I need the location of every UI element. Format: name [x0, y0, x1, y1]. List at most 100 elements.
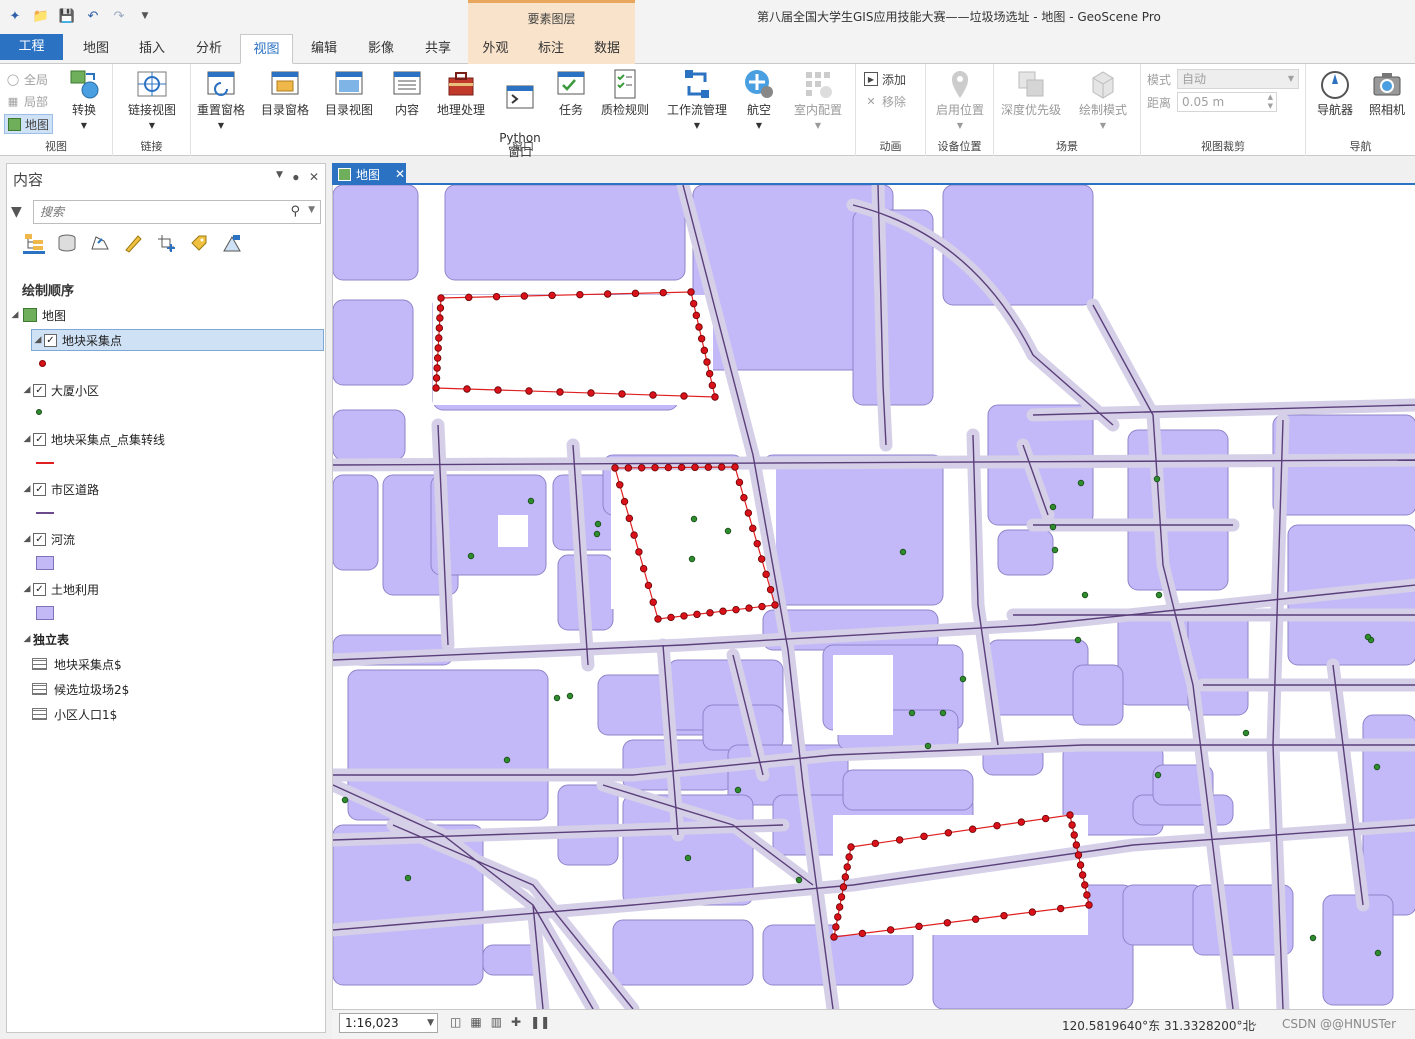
coordinate-format-icon[interactable]: ⌄: [1250, 1018, 1258, 1029]
expand-arrow-icon[interactable]: ◢: [21, 434, 33, 444]
tab-data[interactable]: 数据: [579, 34, 635, 64]
ribbon-group-device: 启用位置 ▼ 设备位置: [926, 64, 994, 156]
tab-project[interactable]: 工程: [0, 34, 63, 60]
list-by-labeling-icon[interactable]: [188, 232, 210, 254]
search-icon[interactable]: ⚲: [290, 204, 300, 219]
layer-row-residential[interactable]: ◢ ✓ 大厦小区: [21, 379, 99, 401]
tab-map[interactable]: 地图: [70, 34, 122, 64]
map-view-tab[interactable]: 地图 ✕: [332, 163, 406, 185]
reset-panes-button[interactable]: 重置窗格 ▼: [195, 68, 247, 133]
list-by-snapping-icon[interactable]: [155, 232, 177, 254]
layer-visibility-checkbox[interactable]: ✓: [33, 532, 46, 546]
convert-button[interactable]: 转换 ▼: [62, 68, 106, 133]
pause-drawing-icon[interactable]: ❚❚: [530, 1015, 550, 1029]
geoprocessing-button[interactable]: 地理处理: [433, 68, 489, 117]
tab-insert[interactable]: 插入: [126, 34, 178, 64]
tab-view[interactable]: 视图: [240, 34, 293, 64]
expand-arrow-icon[interactable]: ◢: [21, 484, 33, 494]
snapping-icon[interactable]: ◫: [450, 1015, 461, 1029]
remove-animation-button[interactable]: ✕ 移除: [864, 91, 906, 111]
expand-arrow-icon[interactable]: ◢: [21, 534, 33, 544]
expand-arrow-icon[interactable]: ◢: [9, 310, 21, 320]
expand-arrow-icon[interactable]: ◢: [21, 584, 33, 594]
search-input[interactable]: [34, 201, 274, 223]
tab-share[interactable]: 共享: [412, 34, 464, 64]
line-symbol-swatch[interactable]: [36, 462, 54, 464]
tab-edit[interactable]: 编辑: [298, 34, 350, 64]
list-by-drawing-order-icon[interactable]: [23, 232, 45, 254]
list-by-perspective-icon[interactable]: [221, 232, 243, 254]
table-row-population[interactable]: 小区人口1$: [32, 703, 117, 725]
qc-rules-button[interactable]: 质检规则: [597, 68, 653, 117]
table-row-candidate-sites[interactable]: 候选垃圾场2$: [32, 678, 129, 700]
parcel-collection-point: [618, 390, 626, 398]
list-by-selection-icon[interactable]: [89, 232, 111, 254]
tree-map-root[interactable]: ◢ 地图: [9, 304, 66, 326]
standalone-tables-heading[interactable]: ◢ 独立表: [21, 628, 69, 650]
layer-row-parcel-points[interactable]: ◢ ✓ 地块采集点: [31, 329, 324, 351]
layer-row-points-to-line[interactable]: ◢ ✓ 地块采集点_点集转线: [21, 428, 165, 450]
search-options-icon[interactable]: ▼: [308, 205, 315, 215]
map-svg[interactable]: [333, 185, 1415, 1009]
add-animation-button[interactable]: ▶ 添加: [864, 69, 906, 89]
layer-visibility-checkbox[interactable]: ✓: [44, 333, 57, 347]
expand-arrow-icon[interactable]: ◢: [32, 335, 44, 345]
table-row-parcel-points[interactable]: 地块采集点$: [32, 653, 122, 675]
redo-icon[interactable]: ↷: [110, 8, 128, 24]
clip-mode-select[interactable]: 自动 ▼: [1177, 69, 1299, 89]
list-by-editing-icon[interactable]: [122, 232, 144, 254]
flight-button[interactable]: 航空 ▼: [737, 68, 781, 133]
indoor-config-button[interactable]: 室内配置 ▼: [787, 68, 849, 133]
line-symbol-swatch[interactable]: [36, 512, 54, 514]
expand-arrow-icon[interactable]: ◢: [21, 385, 33, 395]
tasks-button[interactable]: 任务: [551, 68, 591, 117]
undo-icon[interactable]: ↶: [84, 8, 102, 24]
map-view-button[interactable]: 地图: [4, 114, 54, 134]
tab-labeling[interactable]: 标注: [523, 34, 579, 64]
tab-appearance[interactable]: 外观: [468, 34, 523, 64]
map-canvas[interactable]: [332, 185, 1415, 1009]
workflow-manager-button[interactable]: 工作流管理 ▼: [663, 68, 731, 133]
contents-button[interactable]: 内容: [387, 68, 427, 117]
filter-icon[interactable]: ▼: [11, 204, 22, 220]
grid-icon[interactable]: ▦: [470, 1015, 481, 1029]
catalog-pane-button[interactable]: 目录窗格: [257, 68, 313, 117]
fill-symbol-swatch[interactable]: [36, 606, 54, 620]
layer-visibility-checkbox[interactable]: ✓: [33, 482, 46, 496]
enable-location-button[interactable]: 启用位置 ▼: [930, 68, 990, 133]
crosshair-icon[interactable]: ✚: [511, 1015, 521, 1029]
catalog-view-button[interactable]: 目录视图: [321, 68, 377, 117]
full-view-button[interactable]: ◯ 全局: [6, 69, 48, 89]
customize-qat-icon[interactable]: ▼: [136, 8, 154, 24]
table-icon[interactable]: ▥: [491, 1015, 502, 1029]
draw-mode-button[interactable]: 绘制模式 ▼: [1070, 68, 1136, 133]
open-project-icon[interactable]: 📁: [32, 8, 50, 24]
layer-row-rivers[interactable]: ◢ ✓ 河流: [21, 528, 75, 550]
tab-imagery[interactable]: 影像: [355, 34, 407, 64]
link-views-button[interactable]: 链接视图 ▼: [119, 68, 185, 133]
pin-icon[interactable]: ⦁: [293, 170, 299, 185]
depth-priority-button[interactable]: 深度优先级: [998, 68, 1064, 117]
layer-visibility-checkbox[interactable]: ✓: [33, 432, 46, 446]
fill-symbol-swatch[interactable]: [36, 556, 54, 570]
new-project-icon[interactable]: ✦: [6, 8, 24, 24]
navigator-button[interactable]: 导航器: [1310, 68, 1360, 117]
list-by-source-icon[interactable]: [56, 232, 78, 254]
layer-row-land-use[interactable]: ◢ ✓ 土地利用: [21, 578, 99, 600]
layer-visibility-checkbox[interactable]: ✓: [33, 582, 46, 596]
camera-button[interactable]: 照相机: [1362, 68, 1412, 117]
local-view-button[interactable]: ▦ 局部: [6, 91, 48, 111]
scale-select[interactable]: 1:16,023 ▼: [339, 1013, 438, 1033]
close-icon[interactable]: ✕: [309, 170, 319, 185]
clip-distance-input[interactable]: 0.05 m ▲ ▼: [1177, 92, 1277, 112]
tab-analysis[interactable]: 分析: [183, 34, 235, 64]
layer-visibility-checkbox[interactable]: ✓: [33, 383, 46, 397]
layer-row-city-roads[interactable]: ◢ ✓ 市区道路: [21, 478, 99, 500]
close-tab-icon[interactable]: ✕: [395, 167, 405, 181]
parcel-collection-point: [436, 314, 444, 322]
expand-arrow-icon[interactable]: ◢: [21, 634, 33, 644]
point-symbol-swatch[interactable]: [39, 360, 46, 367]
save-project-icon[interactable]: 💾: [58, 8, 76, 24]
point-symbol-swatch[interactable]: [36, 409, 42, 415]
pane-options-icon[interactable]: ▼: [276, 170, 283, 185]
